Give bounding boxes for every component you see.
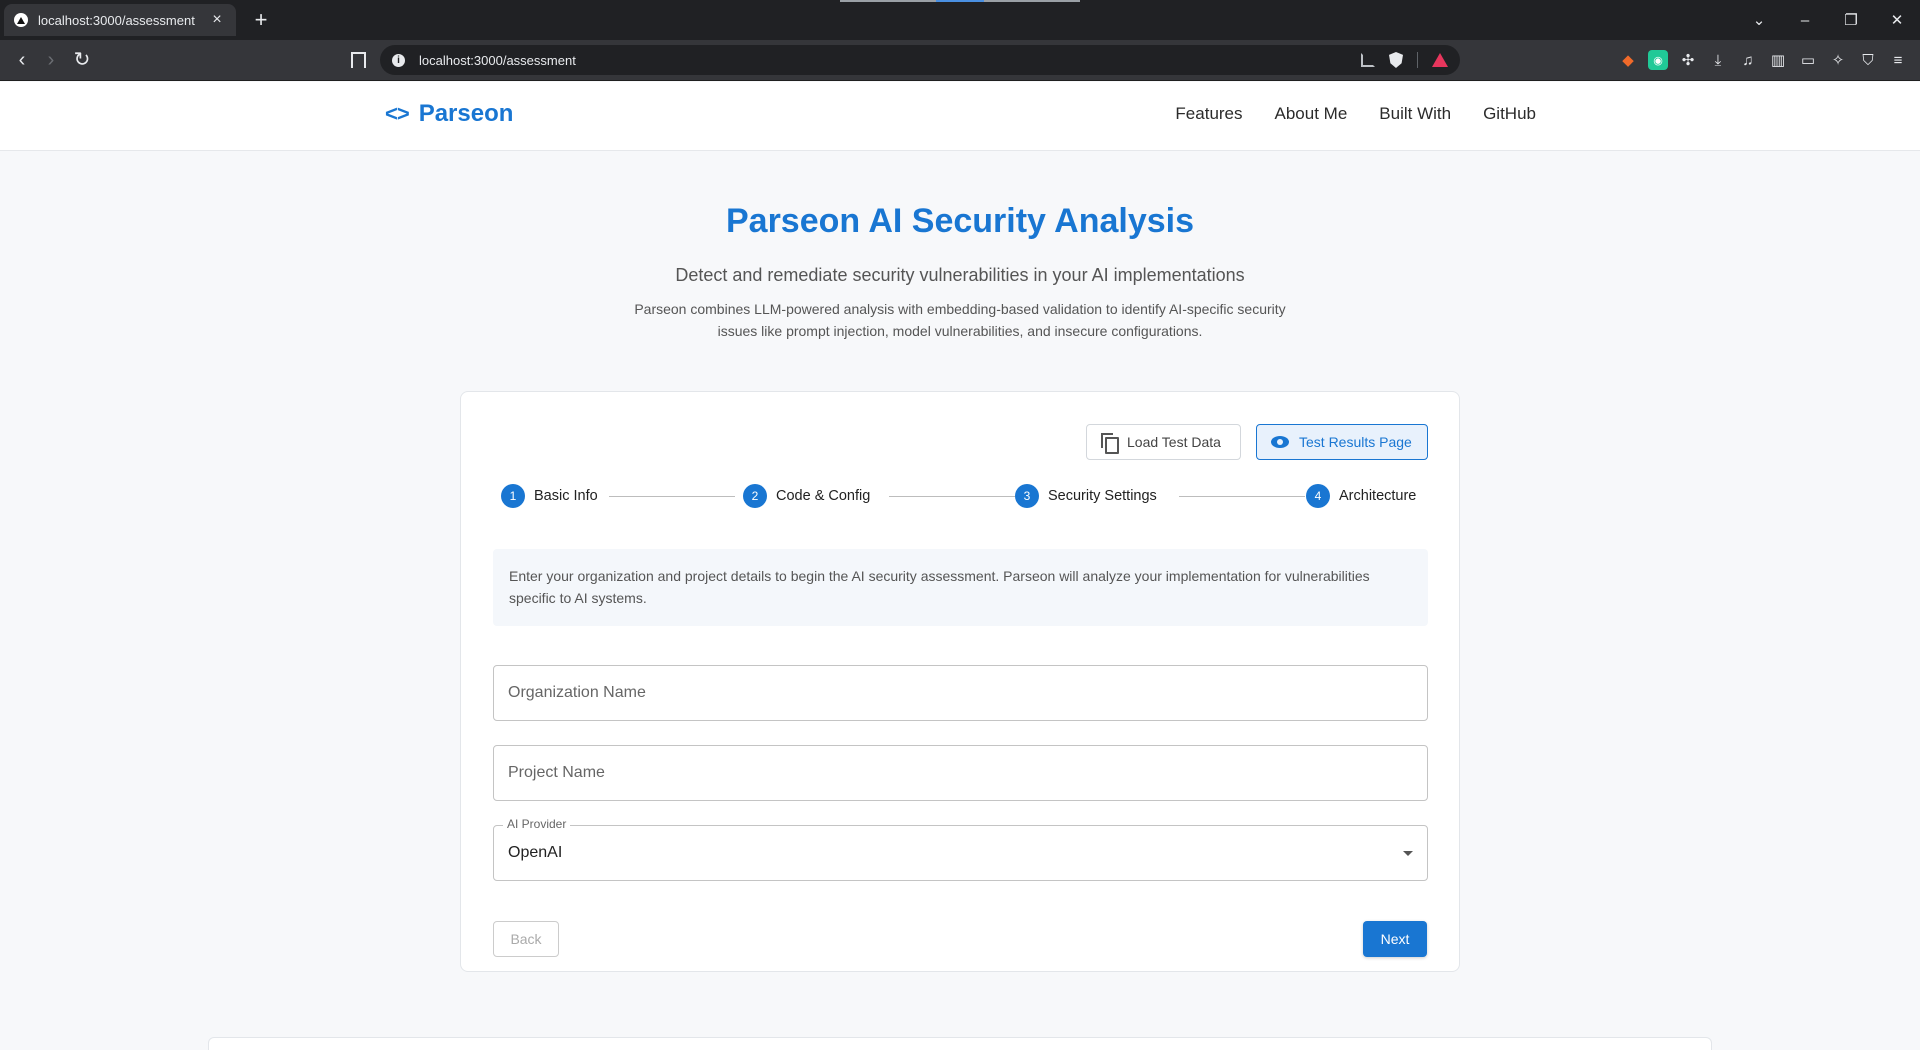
page: <> Parseon Features About Me Built With … bbox=[0, 82, 1920, 1050]
nav-built-with[interactable]: Built With bbox=[1379, 104, 1451, 124]
ai-provider-value: OpenAI bbox=[508, 844, 563, 861]
extension-green-icon[interactable]: ◉ bbox=[1648, 50, 1668, 70]
step-connector bbox=[609, 496, 735, 497]
next-button[interactable]: Next bbox=[1363, 921, 1427, 957]
site-nav: Features About Me Built With GitHub bbox=[1175, 104, 1536, 124]
download-icon[interactable]: ⤓ bbox=[1708, 50, 1728, 70]
browser-tab[interactable]: localhost:3000/assessment × bbox=[4, 4, 236, 36]
nav-about-me[interactable]: About Me bbox=[1275, 104, 1348, 124]
page-title: Parseon AI Security Analysis bbox=[725, 202, 1194, 240]
load-test-data-label: Load Test Data bbox=[1127, 434, 1221, 450]
minimize-button[interactable]: – bbox=[1782, 12, 1828, 29]
tab-title: localhost:3000/assessment bbox=[38, 12, 195, 28]
organization-name-input[interactable] bbox=[494, 666, 1427, 720]
page-subtitle: Detect and remediate security vulnerabil… bbox=[675, 265, 1245, 285]
page-description: Parseon combines LLM-powered analysis wi… bbox=[634, 301, 1286, 339]
step-code-config: 2 Code & Config bbox=[743, 484, 870, 508]
url-text[interactable]: localhost:3000/assessment bbox=[419, 53, 1361, 68]
menu-icon[interactable]: ≡ bbox=[1888, 50, 1908, 70]
tab-strip-indicator bbox=[840, 0, 1080, 2]
tab-search-button[interactable]: ⌄ bbox=[1736, 11, 1782, 29]
extension-icons: ◆ ◉ ✣ ⤓ ♫ ▥ ▭ ✧ ⛉ ≡ bbox=[1618, 50, 1908, 70]
info-box: Enter your organization and project deta… bbox=[493, 549, 1428, 626]
tab-favicon-icon bbox=[14, 13, 28, 27]
step-connector bbox=[1179, 496, 1305, 497]
brave-rewards-icon[interactable] bbox=[1432, 53, 1448, 67]
nav-github[interactable]: GitHub bbox=[1483, 104, 1536, 124]
organization-name-field[interactable] bbox=[493, 665, 1428, 721]
project-name-input[interactable] bbox=[494, 746, 1427, 800]
forward-arrow-icon[interactable]: › bbox=[39, 48, 63, 72]
brave-shield-icon[interactable] bbox=[1389, 52, 1403, 68]
code-brackets-icon: <> bbox=[385, 101, 410, 126]
step-basic-info: 1 Basic Info bbox=[501, 484, 598, 508]
extensions-puzzle-icon[interactable]: ✣ bbox=[1678, 50, 1698, 70]
dropdown-caret-icon bbox=[1403, 850, 1413, 856]
step-security-settings: 3 Security Settings bbox=[1015, 484, 1157, 508]
assessment-card: Load Test Data Test Results Page 1 Basic… bbox=[460, 391, 1460, 972]
reload-icon[interactable]: ↻ bbox=[70, 48, 94, 72]
tab-close-icon[interactable]: × bbox=[208, 11, 226, 29]
wallet-icon[interactable]: ▭ bbox=[1798, 50, 1818, 70]
step-number: 4 bbox=[1306, 484, 1330, 508]
project-name-field[interactable] bbox=[493, 745, 1428, 801]
browser-tab-bar: localhost:3000/assessment × + ⌄ – ❐ ✕ bbox=[0, 0, 1920, 40]
step-number: 1 bbox=[501, 484, 525, 508]
step-architecture: 4 Architecture bbox=[1306, 484, 1416, 508]
vpn-shield-icon[interactable]: ⛉ bbox=[1858, 50, 1878, 70]
copy-icon bbox=[1101, 433, 1119, 454]
test-results-page-label: Test Results Page bbox=[1299, 434, 1412, 450]
site-info-icon[interactable]: i bbox=[392, 53, 405, 67]
share-icon[interactable] bbox=[1361, 53, 1375, 67]
divider bbox=[1417, 52, 1418, 68]
test-results-page-button[interactable]: Test Results Page bbox=[1256, 424, 1428, 460]
music-icon[interactable]: ♫ bbox=[1738, 50, 1758, 70]
step-label: Security Settings bbox=[1048, 488, 1157, 504]
sidebar-icon[interactable]: ▥ bbox=[1768, 50, 1788, 70]
metamask-fox-icon[interactable]: ◆ bbox=[1618, 50, 1638, 70]
site-logo[interactable]: <> Parseon bbox=[385, 100, 513, 128]
bookmark-icon[interactable] bbox=[346, 48, 368, 72]
site-header: <> Parseon Features About Me Built With … bbox=[0, 82, 1920, 151]
step-label: Code & Config bbox=[776, 488, 871, 504]
window-controls: ⌄ – ❐ ✕ bbox=[1736, 0, 1920, 40]
ai-provider-select[interactable]: AI Provider OpenAI bbox=[493, 817, 1428, 881]
eye-icon bbox=[1271, 436, 1289, 448]
logo-text: Parseon bbox=[418, 100, 514, 127]
step-number: 2 bbox=[743, 484, 767, 508]
step-label: Architecture bbox=[1339, 488, 1417, 504]
ai-provider-label: AI Provider bbox=[503, 817, 571, 831]
leo-ai-icon[interactable]: ✧ bbox=[1828, 50, 1848, 70]
close-window-button[interactable]: ✕ bbox=[1874, 11, 1920, 29]
step-label: Basic Info bbox=[534, 488, 598, 504]
restore-button[interactable]: ❐ bbox=[1828, 11, 1874, 29]
back-arrow-icon[interactable]: ‹ bbox=[10, 48, 34, 72]
nav-features[interactable]: Features bbox=[1175, 104, 1242, 124]
next-section-card bbox=[208, 1037, 1712, 1050]
address-bar[interactable]: i localhost:3000/assessment bbox=[380, 45, 1460, 75]
step-connector bbox=[889, 496, 1015, 497]
back-button[interactable]: Back bbox=[493, 921, 559, 957]
browser-toolbar: ‹ › ↻ i localhost:3000/assessment ◆ ◉ ✣ … bbox=[0, 40, 1920, 81]
load-test-data-button[interactable]: Load Test Data bbox=[1086, 424, 1241, 460]
step-number: 3 bbox=[1015, 484, 1039, 508]
new-tab-button[interactable]: + bbox=[248, 7, 274, 33]
stepper: 1 Basic Info 2 Code & Config 3 Security … bbox=[501, 484, 1426, 508]
